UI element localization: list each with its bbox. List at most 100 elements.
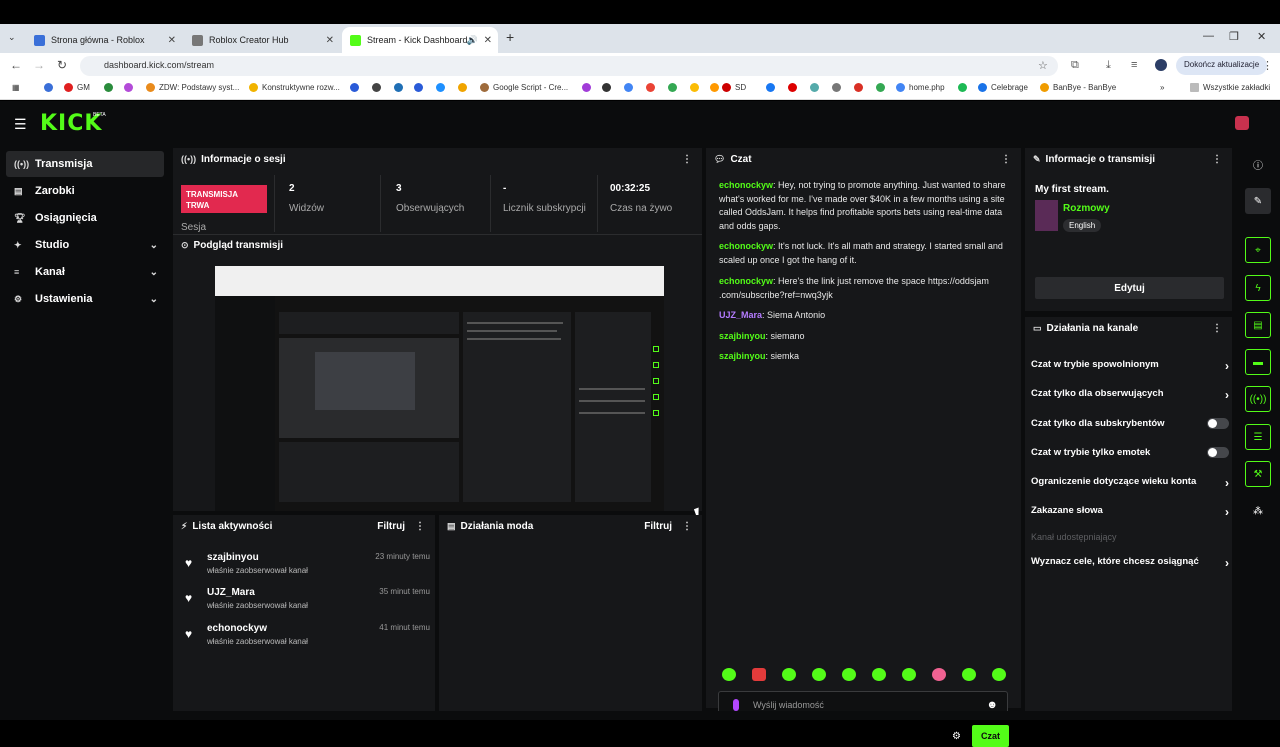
slow-mode-row[interactable]: Czat w trybie spowolnionym ›	[1031, 359, 1229, 381]
info-icon[interactable]: ⓘ	[1245, 151, 1271, 177]
download-icon[interactable]: ⤓	[1106, 59, 1111, 72]
add-widget-icon[interactable]: ⁂	[1245, 498, 1271, 524]
bookmark-icon[interactable]	[104, 83, 117, 92]
emoji-icon[interactable]: ☻	[986, 699, 998, 711]
emote-only-toggle[interactable]	[1207, 447, 1229, 458]
browser-tab-active[interactable]: Stream - Kick Dashboard 🔊 ✕	[342, 27, 498, 53]
bookmark-item[interactable]: BanBye - BanBye	[1040, 83, 1116, 92]
bookmark-icon[interactable]	[582, 83, 595, 92]
bookmark-icon[interactable]	[646, 83, 659, 92]
stream-category[interactable]: Rozmowy	[1063, 203, 1110, 214]
bookmark-item[interactable]: ZDW: Podstawy syst...	[146, 83, 239, 92]
media-icon[interactable]: ≡	[1131, 59, 1137, 71]
wrench-icon[interactable]: ⚒	[1245, 461, 1271, 487]
edit-pencil-icon[interactable]: ✎	[1245, 188, 1271, 214]
bookmark-icon[interactable]	[624, 83, 637, 92]
emote-icon[interactable]	[752, 668, 766, 681]
more-options-icon[interactable]: ⋮	[682, 521, 692, 532]
sidebar-item-kanal[interactable]: ≡ Kanał ⌄	[6, 259, 164, 285]
emote-icon[interactable]	[782, 668, 796, 681]
banned-words-row[interactable]: Zakazane słowa ›	[1031, 505, 1229, 527]
emote-icon[interactable]	[842, 668, 856, 681]
more-options-icon[interactable]: ⋮	[682, 154, 692, 165]
bookmark-icon[interactable]	[832, 83, 845, 92]
activity-user[interactable]: szajbinyou	[207, 552, 259, 563]
bookmark-icon[interactable]	[958, 83, 971, 92]
apps-grid-icon[interactable]: ▦	[12, 83, 20, 92]
more-options-icon[interactable]: ⋮	[415, 521, 425, 532]
document-icon[interactable]: ▤	[1245, 312, 1271, 338]
bookmark-icon[interactable]	[854, 83, 867, 92]
filter-button[interactable]: Filtruj	[644, 521, 672, 532]
emote-icon[interactable]	[872, 668, 886, 681]
chat-username[interactable]: szajbinyou	[719, 331, 766, 341]
bookmark-icon[interactable]	[690, 83, 703, 92]
emote-icon[interactable]	[902, 668, 916, 681]
more-options-icon[interactable]: ⋮	[1001, 154, 1011, 165]
all-bookmarks[interactable]: Wszystkie zakładki	[1190, 83, 1270, 92]
goals-row[interactable]: Wyznacz cele, które chcesz osiągnąć ›	[1031, 556, 1229, 578]
activity-user[interactable]: UJZ_Mara	[207, 587, 255, 598]
close-window-icon[interactable]: ✕	[1257, 30, 1266, 43]
bookmark-icon[interactable]	[436, 83, 449, 92]
bookmark-icon[interactable]	[350, 83, 363, 92]
reload-icon[interactable]: ↻	[57, 58, 67, 72]
bookmark-icon[interactable]	[766, 83, 779, 92]
audio-icon[interactable]: 🔊	[467, 35, 478, 46]
bookmark-icon[interactable]	[668, 83, 681, 92]
broadcast-icon[interactable]: ((•))	[1245, 386, 1271, 412]
forward-icon[interactable]: →	[33, 58, 45, 72]
followers-only-row[interactable]: Czat tylko dla obserwujących ›	[1031, 388, 1229, 410]
browser-tab[interactable]: Strona główna - Roblox ✕	[26, 27, 182, 53]
bookmark-item[interactable]: home.php	[896, 83, 945, 92]
chat-settings-icon[interactable]: ⚙	[952, 731, 961, 742]
close-tab-icon[interactable]: ✕	[326, 35, 334, 46]
restore-icon[interactable]: ❐	[1229, 30, 1239, 43]
emote-icon[interactable]	[722, 668, 736, 681]
bookmarks-overflow-icon[interactable]: »	[1160, 83, 1164, 92]
account-age-row[interactable]: Ograniczenie dotyczące wieku konta ›	[1031, 476, 1229, 498]
lightning-icon[interactable]: ϟ	[1245, 275, 1271, 301]
back-icon[interactable]: ←	[10, 58, 22, 72]
send-chat-button[interactable]: Czat	[972, 725, 1009, 747]
chevron-down-icon[interactable]: ⌄	[150, 240, 158, 251]
more-options-icon[interactable]: ⋮	[1212, 323, 1222, 334]
emote-icon[interactable]	[812, 668, 826, 681]
update-button[interactable]: Dokończ aktualizacje	[1176, 56, 1268, 75]
bookmark-icon[interactable]	[44, 83, 57, 92]
chat-username[interactable]: szajbinyou	[719, 351, 766, 361]
bookmark-icon[interactable]	[810, 83, 823, 92]
sidebar-item-zarobki[interactable]: ▤ Zarobki	[6, 178, 164, 204]
new-tab-icon[interactable]: +	[506, 29, 514, 45]
bookmark-item[interactable]: Konstruktywne rozw...	[249, 83, 340, 92]
bookmark-icon[interactable]	[458, 83, 471, 92]
bookmark-icon[interactable]	[124, 83, 137, 92]
bookmark-icon[interactable]	[394, 83, 407, 92]
edit-button[interactable]: Edytuj	[1035, 277, 1224, 299]
camera-icon[interactable]: ⌖	[1245, 237, 1271, 263]
bookmark-icon[interactable]	[414, 83, 427, 92]
bookmark-icon[interactable]	[372, 83, 385, 92]
emote-icon[interactable]	[932, 668, 946, 681]
extensions-icon[interactable]: ⧉	[1071, 59, 1079, 72]
emote-icon[interactable]	[992, 668, 1006, 681]
emote-icon[interactable]	[962, 668, 976, 681]
close-tab-icon[interactable]: ✕	[168, 35, 176, 46]
close-tab-icon[interactable]: ✕	[484, 35, 492, 46]
minimize-icon[interactable]: —	[1203, 30, 1214, 42]
bookmark-item[interactable]: Google Script - Cre...	[480, 83, 568, 92]
chat-username[interactable]: echonockyw	[719, 276, 773, 286]
microphone-icon[interactable]	[733, 699, 739, 711]
layout-icon[interactable]: ☰	[1245, 424, 1271, 450]
bookmark-icon[interactable]	[876, 83, 889, 92]
url-field[interactable]: dashboard.kick.com/stream	[80, 56, 1058, 76]
tab-search-icon[interactable]: ⌄	[8, 32, 16, 43]
more-options-icon[interactable]: ⋮	[1212, 154, 1222, 165]
sidebar-item-transmisja[interactable]: ((•)) Transmisja	[6, 151, 164, 177]
bookmark-item[interactable]: SD	[722, 83, 746, 92]
menu-kebab-icon[interactable]: ⋮	[1262, 59, 1273, 72]
browser-tab[interactable]: Roblox Creator Hub ✕	[184, 27, 340, 53]
bookmark-icon[interactable]	[602, 83, 615, 92]
subscribers-only-toggle[interactable]	[1207, 418, 1229, 429]
activity-user[interactable]: echonockyw	[207, 623, 267, 634]
